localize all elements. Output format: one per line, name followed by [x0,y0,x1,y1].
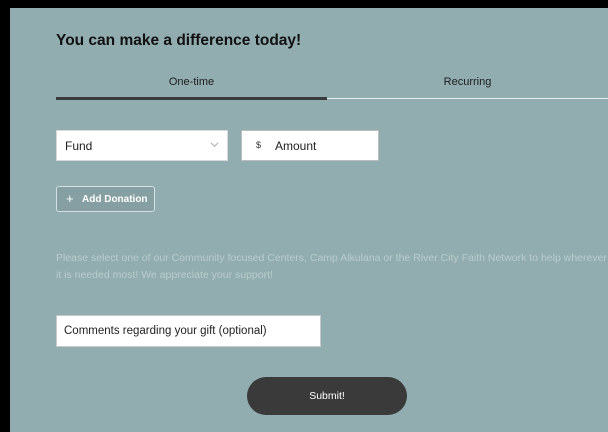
frequency-tabs: One-time Recurring [56,72,608,102]
currency-symbol: $ [256,140,262,150]
amount-placeholder: Amount [275,139,317,153]
tab-one-time[interactable]: One-time [56,72,327,100]
chevron-down-icon [210,142,219,148]
comments-placeholder: Comments regarding your gift (optional) [64,325,267,337]
fund-select-value: Fund [65,139,93,153]
form-heading: You can make a difference today! [56,32,302,49]
fund-select[interactable]: Fund [56,130,228,161]
tab-divider [327,98,608,99]
donation-form-panel: You can make a difference today! One-tim… [10,8,608,432]
active-tab-indicator [56,97,327,100]
form-note: Please select one of our Community focus… [56,252,607,281]
tab-recurring[interactable]: Recurring [327,72,608,100]
plus-icon: + [66,191,74,206]
add-donation-label: Add Donation [82,194,148,205]
submit-button[interactable]: Submit! [247,377,407,415]
add-donation-button[interactable]: + Add Donation [56,186,155,212]
amount-input[interactable]: $ Amount [241,130,379,161]
comments-input[interactable]: Comments regarding your gift (optional) [56,315,321,347]
